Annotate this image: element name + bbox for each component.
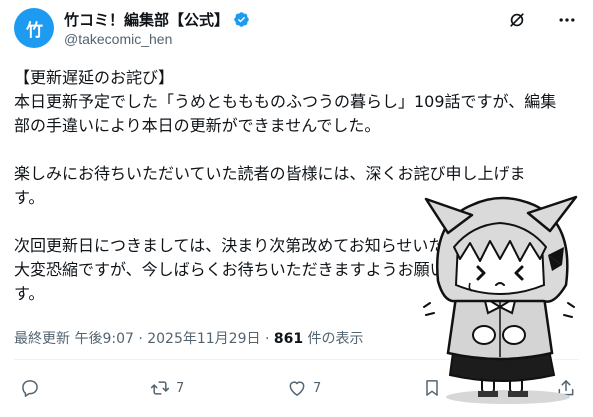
like-count: 7 bbox=[313, 380, 322, 396]
view-label: 件の表示 bbox=[303, 331, 364, 347]
retweet-icon bbox=[150, 381, 170, 395]
view-count: 861 bbox=[273, 331, 304, 347]
verified-badge-icon bbox=[234, 12, 249, 27]
tweet-line: 部の手違いにより本日の更新ができませんでした。 bbox=[14, 116, 381, 135]
reply-button[interactable] bbox=[20, 378, 46, 398]
reply-icon bbox=[22, 380, 38, 397]
author-handle[interactable]: @takecomic_hen bbox=[64, 31, 172, 47]
timestamp[interactable]: 最終更新 午後9:07 · 2025年11月29日 · bbox=[14, 331, 274, 347]
tweet-line: 楽しみにお待ちいただいていた読者の皆様には、深くお詫び申し上げま bbox=[14, 164, 526, 183]
avatar[interactable]: 竹 bbox=[14, 8, 54, 48]
author-name-row: 竹コミ！編集部【公式】 bbox=[64, 9, 250, 30]
tweet-text: 【更新遅延のお詫び】 本日更新予定でした「うめとももものふつうの暮らし」109話… bbox=[14, 66, 557, 306]
tweet-line: 次回更新日につきましては、決まり次第改めてお知らせいたします。 bbox=[14, 236, 507, 255]
more-icon[interactable] bbox=[557, 10, 577, 30]
display-name[interactable]: 竹コミ！編集部【公式】 bbox=[64, 9, 229, 30]
header-actions bbox=[507, 10, 577, 30]
tweet-line: 本日更新予定でした「うめとももものふつうの暮らし」109話ですが、編集 bbox=[14, 92, 557, 111]
tweet-line: す。 bbox=[14, 188, 45, 207]
tweet-meta: 最終更新 午後9:07 · 2025年11月29日 · 861 件の表示 bbox=[14, 328, 364, 348]
like-icon bbox=[289, 381, 305, 396]
tweet-line: す。 bbox=[14, 284, 45, 303]
tweet-line: 【更新遅延のお詫び】 bbox=[14, 68, 175, 87]
tweet-line: 大変恐縮ですが、今しばらくお待ちいただきますようお願いいたしま bbox=[14, 260, 510, 279]
like-button[interactable]: 7 bbox=[287, 378, 321, 398]
character-illustration bbox=[423, 195, 578, 404]
grok-icon[interactable] bbox=[507, 10, 527, 30]
retweet-count: 7 bbox=[176, 380, 185, 396]
retweet-button[interactable]: 7 bbox=[150, 378, 184, 398]
